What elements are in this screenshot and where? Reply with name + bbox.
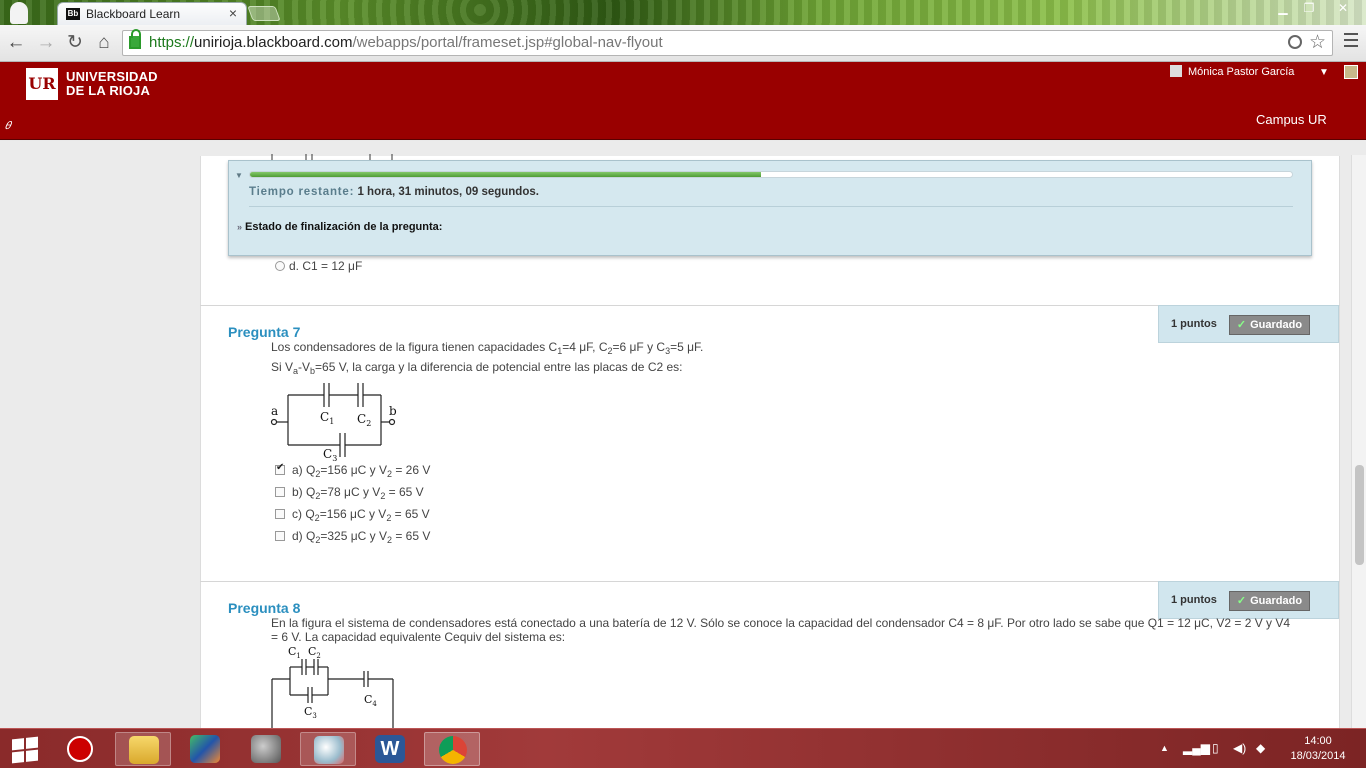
checkbox[interactable] — [275, 509, 285, 519]
question-status-toggle[interactable]: » Estado de finalización de la pregunta: — [237, 221, 442, 233]
radio-button[interactable] — [275, 261, 285, 271]
checkbox[interactable] — [275, 531, 285, 541]
q7-option-d[interactable]: d) Q2=325 μC y V2 = 65 V — [275, 529, 430, 545]
forward-arrow-icon[interactable]: → — [34, 31, 58, 55]
file-explorer-icon[interactable] — [115, 732, 171, 766]
timer-panel: ▼ Tiempo restante: 1 hora, 31 minutos, 0… — [228, 160, 1312, 256]
q7-text-line2: Si Va-Vb=65 V, la carga y la diferencia … — [271, 360, 683, 376]
checkbox-checked[interactable] — [275, 462, 285, 475]
double-chevron-down-icon: » — [237, 222, 243, 232]
word-icon[interactable]: W — [362, 732, 418, 766]
paint-icon[interactable] — [300, 732, 356, 766]
search-icon[interactable] — [1288, 35, 1302, 49]
home-icon[interactable]: ⌂ — [92, 31, 116, 55]
time-progress-bar — [249, 171, 1293, 178]
network-signal-icon[interactable]: ▂▄▆ — [1183, 741, 1210, 755]
c3-label: C3 — [304, 705, 317, 720]
tab-title: Blackboard Learn — [86, 7, 181, 21]
user-menu[interactable]: Mónica Pastor García — [1170, 65, 1294, 81]
q8-circuit-figure: C1 C2 C3 C4 — [271, 645, 394, 728]
lock-icon — [129, 29, 141, 49]
blackboard-favicon-icon: Bb — [66, 8, 80, 20]
q7-option-a[interactable]: a) Q2=156 μC y V2 = 26 V — [275, 462, 430, 479]
avatar — [1170, 65, 1182, 77]
logout-icon[interactable] — [1344, 65, 1358, 79]
windows-start-icon[interactable] — [12, 736, 38, 764]
q8-text-line1: En la figura el sistema de condensadores… — [271, 616, 1291, 630]
chrome-menu-icon[interactable] — [1344, 33, 1358, 49]
dropbox-icon[interactable]: ◆ — [1256, 741, 1265, 755]
scrollbar-thumb[interactable] — [1355, 465, 1364, 565]
q8-text-line2: = 6 V. La capacidad equivalente Cequiv d… — [271, 630, 566, 644]
new-tab-button[interactable] — [247, 6, 281, 21]
q7-circuit-figure: a b C1 C2 C3 — [270, 383, 397, 461]
gimp-icon[interactable] — [238, 732, 294, 766]
checkbox[interactable] — [275, 487, 285, 497]
q8-title: Pregunta 8 — [228, 600, 301, 616]
previous-option-d[interactable]: d. C1 = 12 μF — [275, 259, 362, 273]
node-a-label: a — [271, 404, 278, 418]
university-name: UNIVERSIDAD DE LA RIOJA — [66, 69, 158, 98]
q8-saved-button[interactable]: ✓ Guardado — [1229, 591, 1310, 611]
chevron-down-icon[interactable]: ▼ — [1319, 67, 1329, 78]
system-clock[interactable]: 14:00 18/03/2014 — [1286, 734, 1350, 764]
restore-icon[interactable]: ❐ — [1296, 0, 1322, 18]
q7-option-b[interactable]: b) Q2=78 μC y V2 = 65 V — [275, 485, 424, 501]
q7-title: Pregunta 7 — [228, 324, 301, 340]
close-tab-icon[interactable]: × — [229, 5, 237, 21]
bookmark-star-icon[interactable]: ☆ — [1309, 31, 1326, 54]
c1-label: C1 — [288, 645, 301, 660]
media-app-icon[interactable] — [177, 732, 233, 766]
c2-label: C2 — [357, 412, 371, 428]
time-progress-fill — [250, 172, 761, 177]
pin-icon[interactable]: 𝜃 — [5, 120, 11, 133]
show-hidden-icons[interactable]: ▲ — [1160, 743, 1169, 753]
site-header: UR UNIVERSIDAD DE LA RIOJA Mónica Pastor… — [0, 62, 1366, 140]
node-b-label: b — [389, 404, 397, 418]
browser-tabstrip: Bb Blackboard Learn × ▁ ❐ ✕ — [0, 0, 1366, 25]
check-icon: ✓ — [1236, 595, 1247, 607]
q7-text-line1: Los condensadores de la figura tienen ca… — [271, 340, 704, 356]
volume-icon[interactable]: ◀) — [1233, 741, 1246, 755]
time-remaining: Tiempo restante: 1 hora, 31 minutos, 09 … — [249, 186, 539, 198]
back-arrow-icon[interactable]: ← — [4, 31, 28, 55]
q7-points: 1 puntos — [1171, 318, 1217, 330]
reload-icon[interactable]: ↻ — [63, 31, 87, 55]
screen: Bb Blackboard Learn × ▁ ❐ ✕ ← → ↻ ⌂ http… — [0, 0, 1366, 768]
profile-icon[interactable] — [10, 2, 28, 24]
university-logo[interactable]: UR — [26, 68, 58, 100]
q8-points-box: 1 puntos ✓ Guardado — [1158, 581, 1339, 619]
power-app-icon[interactable] — [52, 732, 108, 766]
close-window-icon[interactable]: ✕ — [1328, 0, 1358, 18]
q7-points-box: 1 puntos ✓ Guardado — [1158, 305, 1339, 343]
q7-option-c[interactable]: c) Q2=156 μC y V2 = 65 V — [275, 507, 430, 523]
browser-toolbar: ← → ↻ ⌂ https://unirioja.blackboard.com/… — [0, 25, 1366, 62]
check-icon: ✓ — [1236, 319, 1247, 331]
content-area: d. C1 = 12 μF 1 puntos ✓ Guardado Pregunt… — [0, 141, 1366, 728]
collapse-triangle-icon[interactable]: ▼ — [235, 171, 243, 180]
c1-label: C1 — [320, 410, 334, 426]
c4-label: C4 — [364, 693, 377, 708]
chrome-icon[interactable] — [424, 732, 480, 766]
vertical-scrollbar[interactable] — [1351, 155, 1366, 728]
q8-points: 1 puntos — [1171, 594, 1217, 606]
battery-icon[interactable]: ▯ — [1212, 741, 1219, 755]
browser-tab[interactable]: Bb Blackboard Learn × — [57, 2, 247, 25]
timer-divider — [249, 206, 1293, 207]
campus-link[interactable]: Campus UR — [1256, 112, 1327, 127]
c3-label: C3 — [323, 447, 337, 461]
minimize-icon[interactable]: ▁ — [1270, 0, 1296, 18]
c2-label: C2 — [308, 645, 321, 660]
address-bar[interactable]: https://unirioja.blackboard.com/webapps/… — [122, 29, 1333, 56]
q7-saved-button[interactable]: ✓ Guardado — [1229, 315, 1310, 335]
url-text: https://unirioja.blackboard.com/webapps/… — [149, 34, 663, 51]
windows-taskbar: W ▲ ▂▄▆ ▯ ◀) ◆ 14:00 18/03/2014 — [0, 728, 1366, 768]
